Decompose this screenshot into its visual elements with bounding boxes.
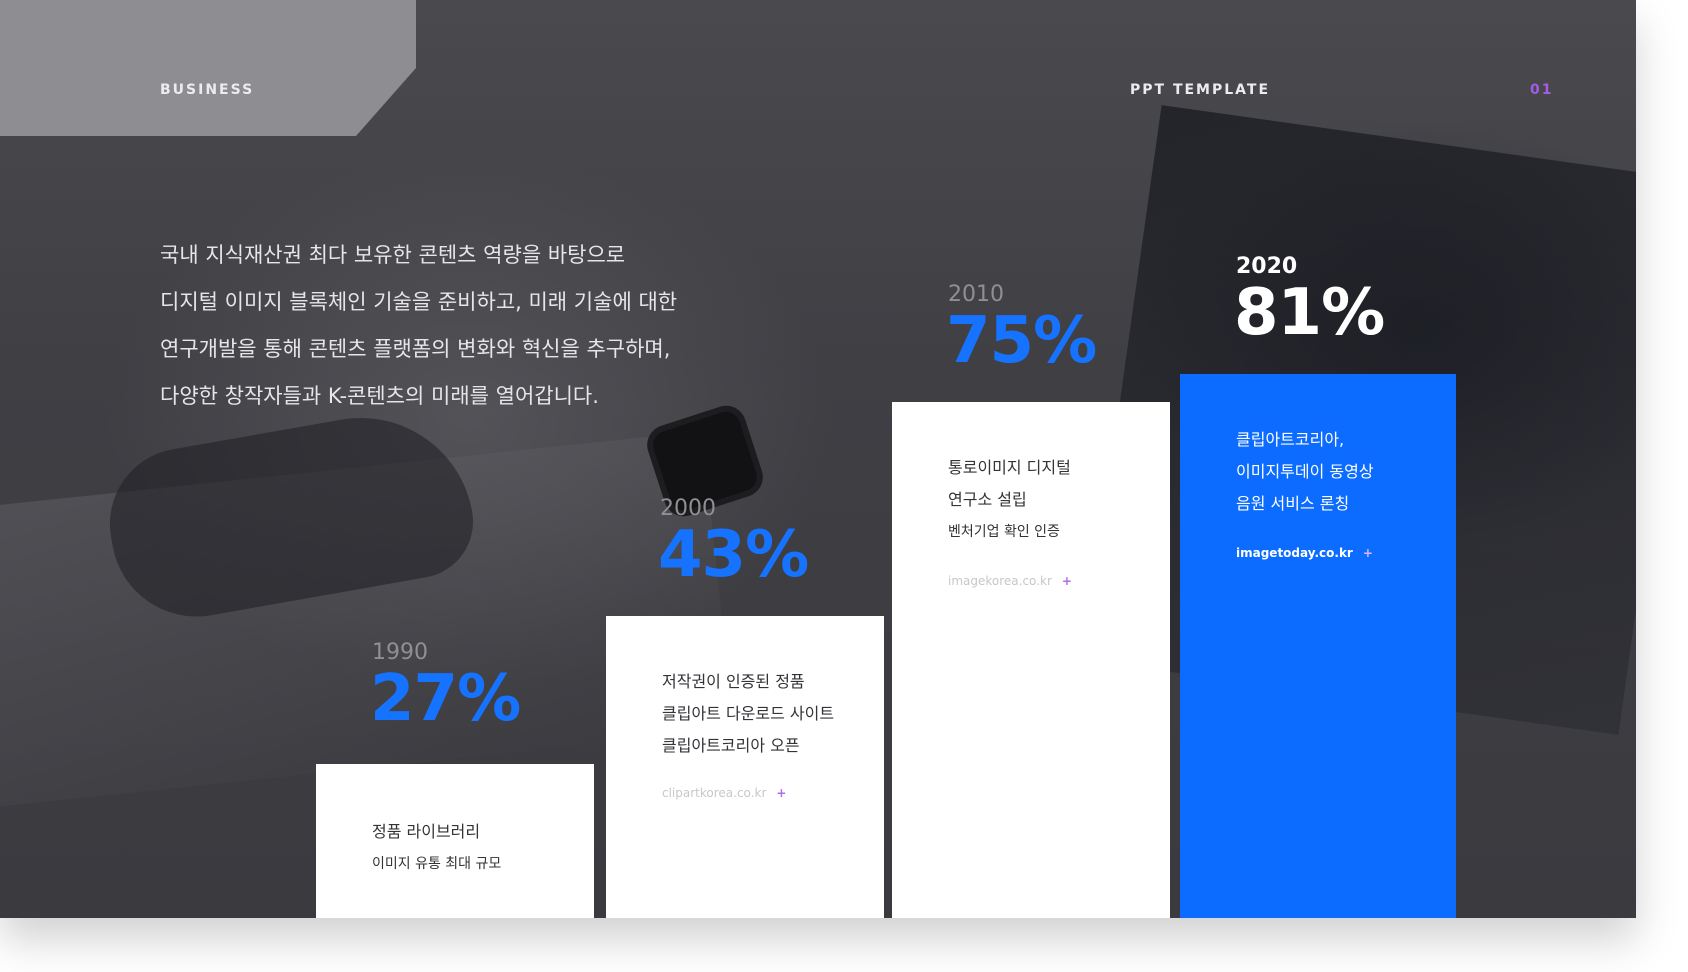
intro-line: 국내 지식재산권 최다 보유한 콘텐츠 역량을 바탕으로: [160, 243, 626, 267]
milestone-percent-2020: 81%: [1234, 276, 1385, 350]
card-line: 통로이미지 디지털: [948, 458, 1071, 477]
intro-line: 다양한 창작자들과 K-콘텐츠의 미래를 열어갑니다.: [160, 384, 599, 408]
card-link-row: imagekorea.co.kr +: [948, 574, 1072, 588]
card-link-row: clipartkorea.co.kr +: [662, 786, 786, 800]
header-business-label: BUSINESS: [160, 82, 255, 98]
milestone-percent-1990: 27%: [370, 662, 521, 736]
header-tab: [0, 0, 416, 136]
card-link[interactable]: imagekorea.co.kr: [948, 574, 1052, 588]
plus-icon[interactable]: +: [1062, 574, 1072, 588]
milestone-card-2000: 저작권이 인증된 정품 클립아트 다운로드 사이트 클립아트코리아 오픈 cli…: [606, 616, 884, 918]
intro-line: 연구개발을 통해 콘텐츠 플랫폼의 변화와 혁신을 추구하며,: [160, 337, 671, 361]
card-line: 음원 서비스 론칭: [1236, 494, 1350, 513]
header-template-label: PPT TEMPLATE: [1130, 82, 1271, 98]
slide: BUSINESS PPT TEMPLATE 01 국내 지식재산권 최다 보유한…: [0, 0, 1636, 918]
milestone-card-2020: 클립아트코리아, 이미지투데이 동영상 음원 서비스 론칭 imagetoday…: [1180, 374, 1456, 918]
milestone-card-1990: 정품 라이브러리 이미지 유통 최대 규모: [316, 764, 594, 918]
card-line: 클립아트 다운로드 사이트: [662, 704, 835, 723]
milestone-card-2010: 통로이미지 디지털 연구소 설립 벤처기업 확인 인증 imagekorea.c…: [892, 402, 1170, 918]
card-line: 정품 라이브러리: [372, 822, 481, 841]
card-line: 벤처기업 확인 인증: [948, 524, 1060, 540]
intro-line: 디지털 이미지 블록체인 기술을 준비하고, 미래 기술에 대한: [160, 290, 678, 314]
intro-text: 국내 지식재산권 최다 보유한 콘텐츠 역량을 바탕으로 디지털 이미지 블록체…: [160, 240, 720, 428]
card-line: 이미지투데이 동영상: [1236, 462, 1374, 481]
card-link[interactable]: clipartkorea.co.kr: [662, 786, 766, 800]
card-line: 클립아트코리아,: [1236, 430, 1345, 449]
plus-icon[interactable]: +: [776, 786, 786, 800]
card-link-row: imagetoday.co.kr +: [1236, 546, 1373, 560]
page-number: 01: [1530, 82, 1554, 98]
milestone-percent-2010: 75%: [946, 304, 1097, 378]
card-line: 연구소 설립: [948, 490, 1027, 509]
plus-icon[interactable]: +: [1363, 546, 1373, 560]
card-line: 클립아트코리아 오픈: [662, 736, 800, 755]
milestone-percent-2000: 43%: [658, 518, 809, 592]
card-line: 저작권이 인증된 정품: [662, 672, 805, 691]
card-link[interactable]: imagetoday.co.kr: [1236, 546, 1353, 560]
card-line: 이미지 유통 최대 규모: [372, 856, 502, 872]
